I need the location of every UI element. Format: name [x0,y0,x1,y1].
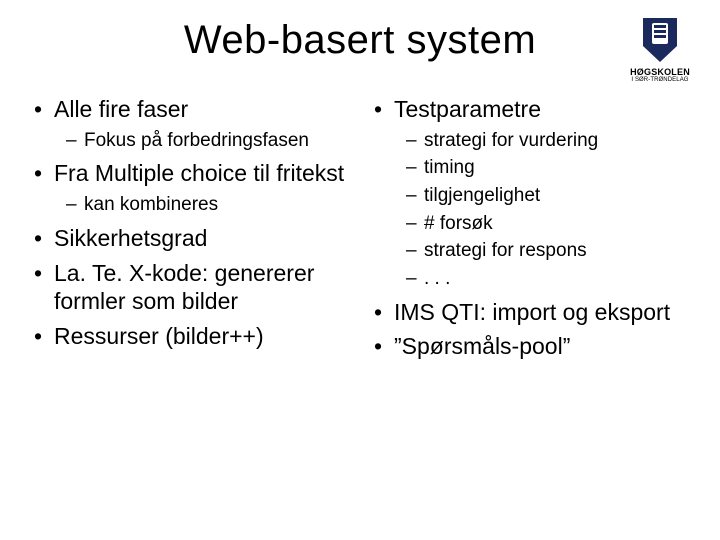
slide-title: Web-basert system [30,18,690,63]
sub-bullet-item: strategi for vurdering [394,128,690,154]
sub-bullet-item: tilgjengelighet [394,183,690,209]
institution-logo: HØGSKOLEN I SØR-TRØNDELAG [620,16,700,84]
sub-bullet-item: kan kombineres [54,192,350,218]
bullet-text: ”Spørsmåls-pool” [394,333,570,359]
bullet-text: Alle fire faser [54,96,188,122]
logo-line1: HØGSKOLEN [620,68,700,77]
bullet-text: Testparametre [394,96,541,122]
sub-bullet-item: strategi for respons [394,238,690,264]
bullet-item: Sikkerhetsgrad [30,224,350,253]
logo-line2: I SØR-TRØNDELAG [620,77,700,83]
bullet-item: Testparametre strategi for vurdering tim… [370,95,690,292]
bullet-item: Ressurser (bilder++) [30,322,350,351]
bullet-text: La. Te. X-kode: genererer formler som bi… [54,260,314,315]
bullet-text: IMS QTI: import og eksport [394,299,670,325]
sub-bullet-text: Fokus på forbedringsfasen [84,130,309,151]
bullet-item: ”Spørsmåls-pool” [370,332,690,361]
bullet-text: Fra Multiple choice til fritekst [54,160,344,186]
left-column: Alle fire faser Fokus på forbedringsfase… [30,95,350,367]
sub-bullet-item: Fokus på forbedringsfasen [54,128,350,154]
content-columns: Alle fire faser Fokus på forbedringsfase… [30,95,690,367]
bullet-item: Fra Multiple choice til fritekst kan kom… [30,159,350,217]
bullet-text: Ressurser (bilder++) [54,323,264,349]
slide: HØGSKOLEN I SØR-TRØNDELAG Web-basert sys… [0,0,720,540]
sub-bullet-text: timing [424,157,475,178]
sub-bullet-item: # forsøk [394,211,690,237]
bullet-text: Sikkerhetsgrad [54,225,207,251]
sub-bullet-item: . . . [394,266,690,292]
logo-mark-icon [639,16,681,66]
sub-bullet-text: strategi for vurdering [424,130,598,151]
sub-bullet-item: timing [394,155,690,181]
bullet-item: IMS QTI: import og eksport [370,298,690,327]
right-column: Testparametre strategi for vurdering tim… [370,95,690,367]
sub-bullet-text: kan kombineres [84,194,218,215]
sub-bullet-text: # forsøk [424,213,493,234]
bullet-item: La. Te. X-kode: genererer formler som bi… [30,259,350,317]
sub-bullet-text: strategi for respons [424,240,587,261]
sub-bullet-text: tilgjengelighet [424,185,540,206]
bullet-item: Alle fire faser Fokus på forbedringsfase… [30,95,350,153]
sub-bullet-text: . . . [424,268,450,289]
